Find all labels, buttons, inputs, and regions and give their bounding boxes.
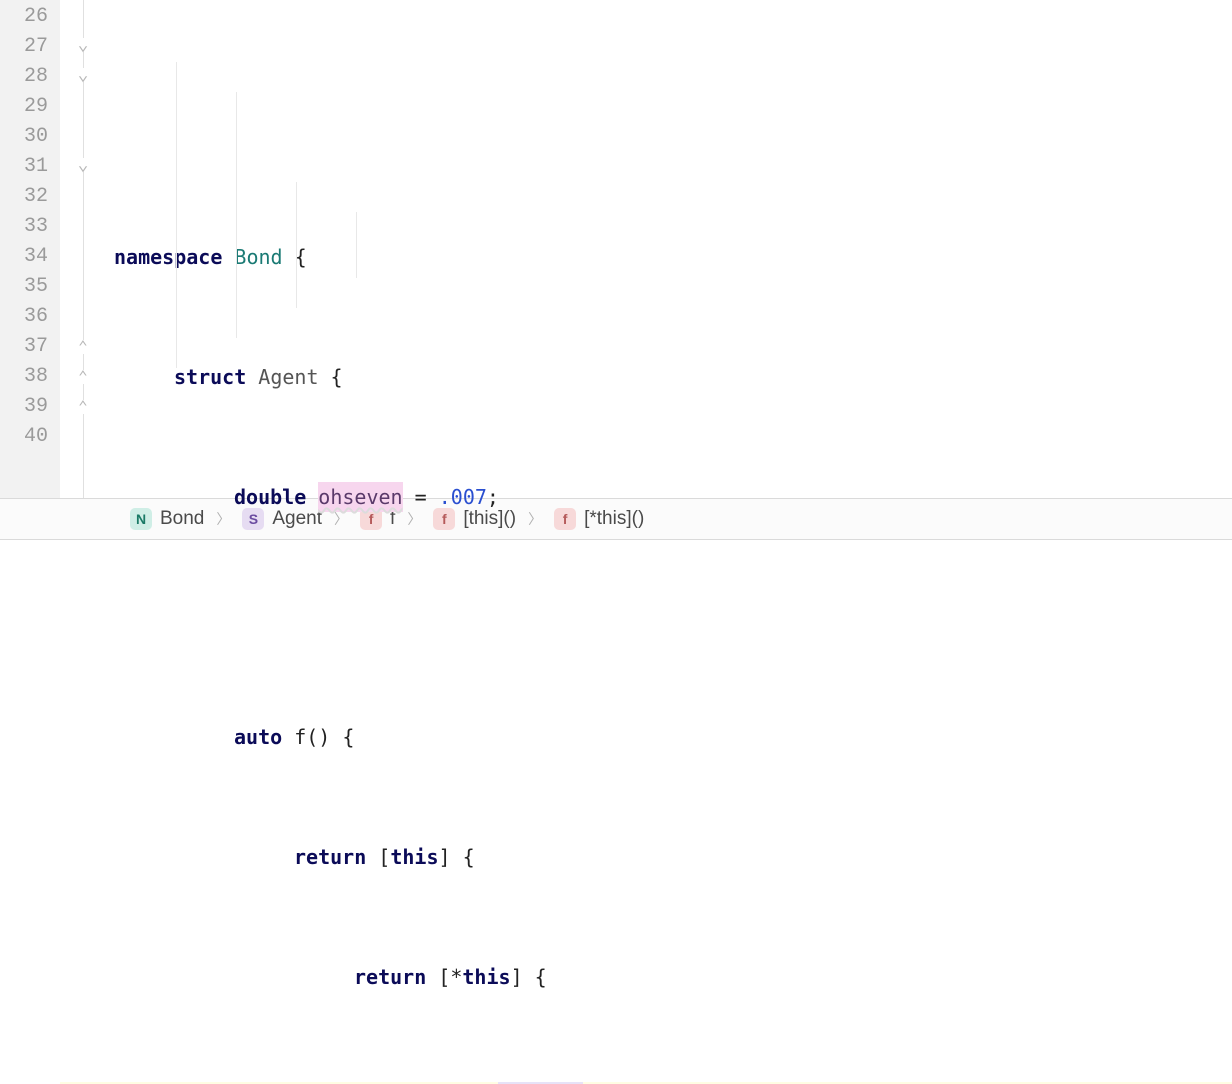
- brace: {: [283, 242, 307, 272]
- line-number[interactable]: 32: [0, 182, 48, 212]
- operator: [403, 482, 415, 512]
- line-number[interactable]: 39: [0, 392, 48, 422]
- line-number[interactable]: 37: [0, 332, 48, 362]
- keyword: return: [414, 1082, 486, 1084]
- identifier: ohseven: [318, 482, 402, 512]
- line-number[interactable]: 29: [0, 92, 48, 122]
- fold-toggle-icon[interactable]: [74, 370, 92, 384]
- struct-name: Agent: [258, 362, 318, 392]
- fold-toggle-icon[interactable]: [74, 158, 92, 172]
- brace: {: [319, 362, 343, 392]
- code-area: 26 27 28 29 30 31 32 33 34 35 36 37 38 3…: [0, 0, 1232, 498]
- code-line-highlighted[interactable]: return ohseven;: [60, 1082, 1232, 1084]
- space: [366, 842, 378, 872]
- line-number[interactable]: 31: [0, 152, 48, 182]
- space: [486, 1082, 498, 1084]
- parens: (): [306, 722, 330, 752]
- fold-toggle-icon[interactable]: [74, 38, 92, 52]
- keyword: auto: [234, 722, 282, 752]
- bracket: ]: [511, 962, 523, 992]
- indent-guide: [176, 62, 177, 368]
- line-number[interactable]: 38: [0, 362, 48, 392]
- fold-toggle-icon[interactable]: [74, 68, 92, 82]
- line-number[interactable]: 40: [0, 422, 48, 452]
- code-line[interactable]: struct Agent {: [108, 362, 1232, 392]
- brace: {: [330, 722, 354, 752]
- line-number[interactable]: 27: [0, 32, 48, 62]
- semicolon: ;: [487, 482, 499, 512]
- space: [426, 962, 438, 992]
- fold-toggle-icon[interactable]: [74, 400, 92, 414]
- line-number[interactable]: 33: [0, 212, 48, 242]
- keyword: namespace: [114, 242, 222, 272]
- space: [306, 482, 318, 512]
- space: [282, 722, 294, 752]
- bracket: [*: [438, 962, 462, 992]
- keyword: struct: [174, 362, 246, 392]
- semicolon: ;: [583, 1082, 595, 1084]
- code-content[interactable]: namespace Bond { struct Agent { double o…: [108, 0, 1232, 498]
- code-line[interactable]: auto f() {: [108, 722, 1232, 752]
- number-literal: .007: [439, 482, 487, 512]
- keyword: double: [234, 482, 306, 512]
- bracket: [: [378, 842, 390, 872]
- line-number[interactable]: 30: [0, 122, 48, 152]
- code-line[interactable]: return [this] {: [108, 842, 1232, 872]
- code-line[interactable]: [108, 602, 1232, 632]
- keyword-this: this: [390, 842, 438, 872]
- line-number[interactable]: 35: [0, 272, 48, 302]
- keyword-this: this: [462, 962, 510, 992]
- brace: {: [451, 842, 475, 872]
- space: [427, 482, 439, 512]
- brace: {: [523, 962, 547, 992]
- line-number-gutter[interactable]: 26 27 28 29 30 31 32 33 34 35 36 37 38 3…: [0, 0, 60, 498]
- identifier: ohseven: [498, 1082, 582, 1084]
- fold-toggle-icon[interactable]: [74, 340, 92, 354]
- keyword: return: [354, 962, 426, 992]
- space: [222, 242, 234, 272]
- fold-column: [60, 0, 108, 498]
- space: [246, 362, 258, 392]
- keyword: return: [294, 842, 366, 872]
- editor: 26 27 28 29 30 31 32 33 34 35 36 37 38 3…: [0, 0, 1232, 540]
- line-number[interactable]: 34: [0, 242, 48, 272]
- bracket: ]: [439, 842, 451, 872]
- line-number[interactable]: 26: [0, 2, 48, 32]
- operator: =: [415, 482, 427, 512]
- line-number[interactable]: 28: [0, 62, 48, 92]
- line-number[interactable]: 36: [0, 302, 48, 332]
- function-name: f: [294, 722, 306, 752]
- code-line[interactable]: [108, 122, 1232, 152]
- code-line[interactable]: return [*this] {: [108, 962, 1232, 992]
- code-line[interactable]: namespace Bond {: [108, 242, 1232, 272]
- code-line[interactable]: double ohseven = .007;: [108, 482, 1232, 512]
- namespace-name: Bond: [234, 242, 282, 272]
